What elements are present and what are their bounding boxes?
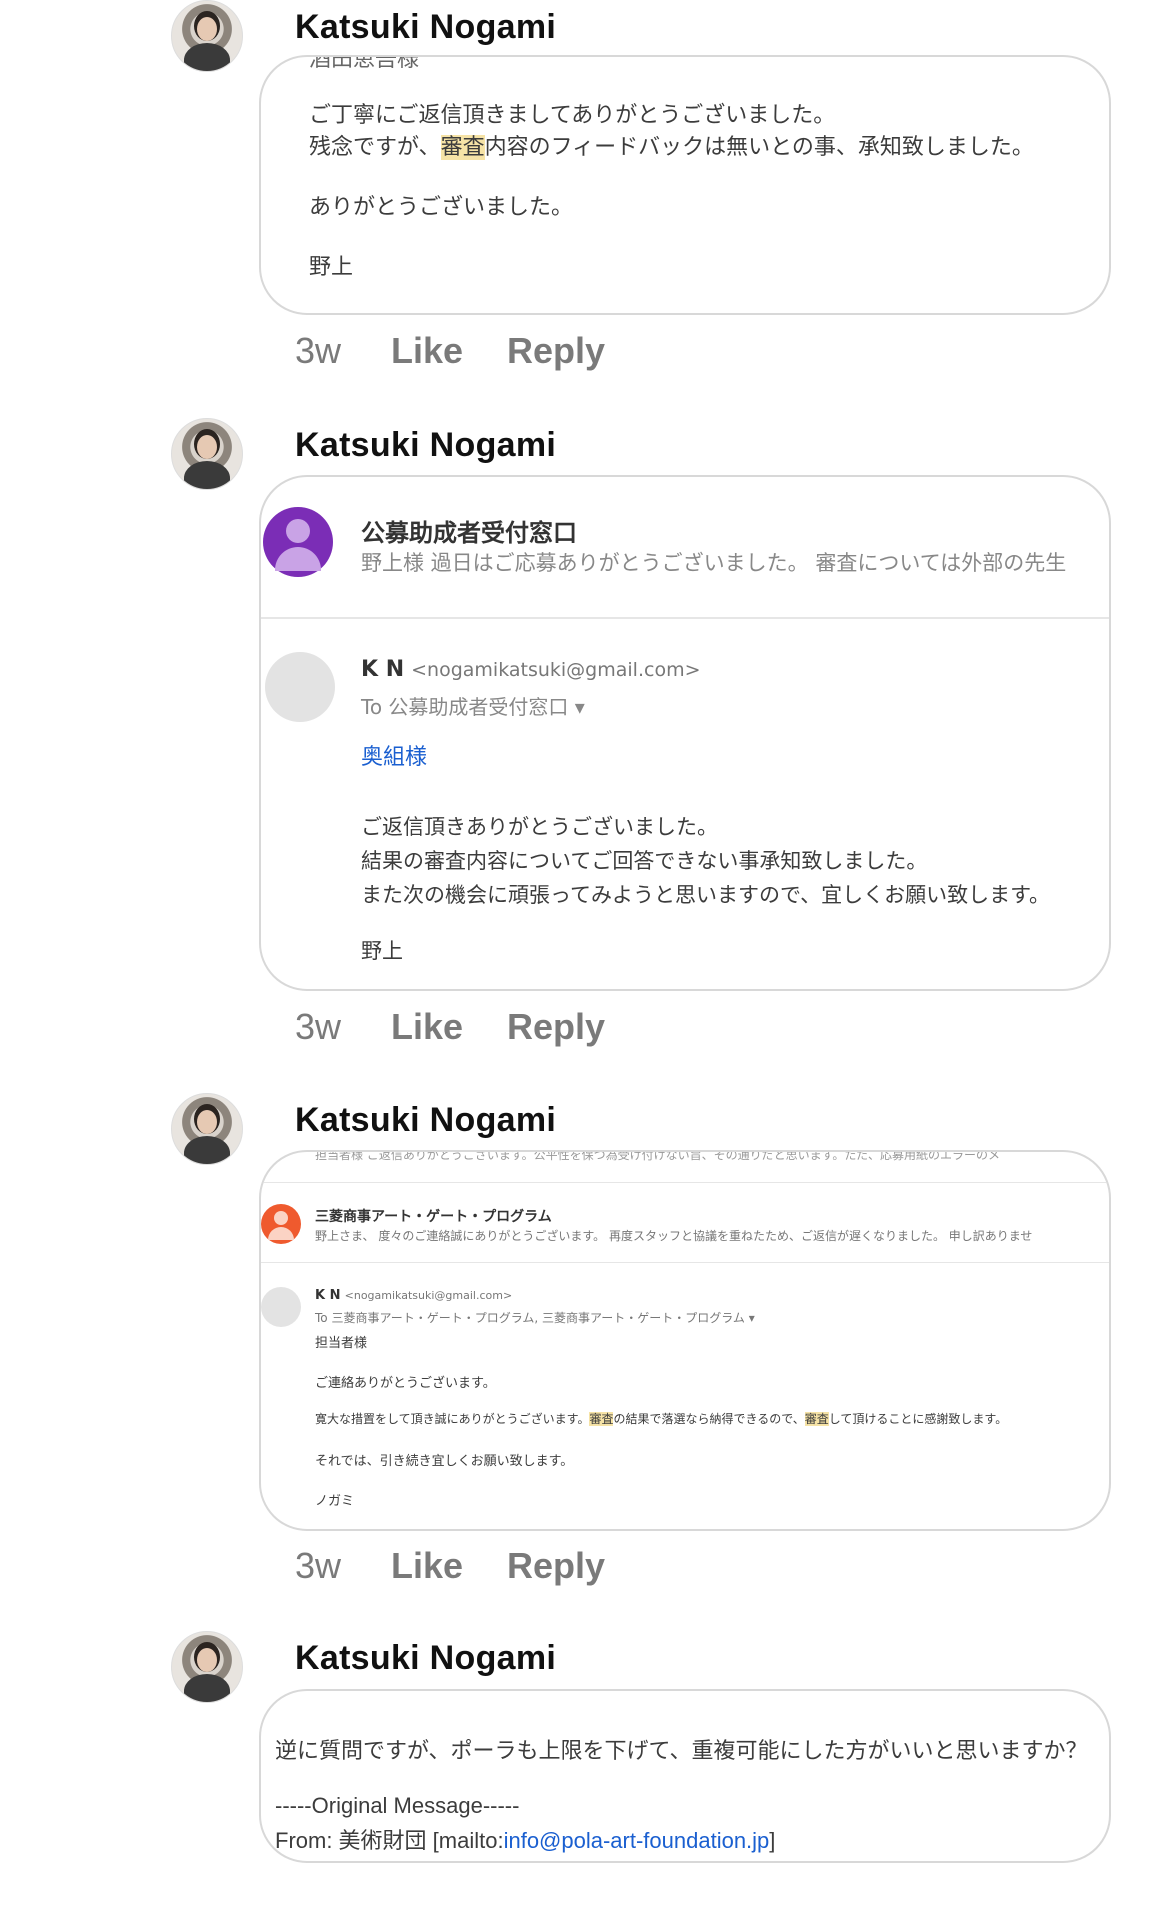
avatar[interactable] <box>171 1631 243 1703</box>
email-text: -----Original Message----- <box>275 1793 520 1818</box>
person-avatar-icon <box>261 1204 301 1244</box>
like-button[interactable]: Like <box>391 330 463 372</box>
like-button[interactable]: Like <box>391 1006 463 1048</box>
sender-name: 三菱商事アート・ゲート・プログラム <box>315 1209 552 1225</box>
comment-author[interactable]: Katsuki Nogami <box>295 1101 556 1140</box>
email-text: また次の機会に頑張ってみようと思いますので、宜しくお願い致します。 <box>361 883 1051 907</box>
email-text: それでは、引き続き宜しくお願い致します。 <box>315 1454 574 1469</box>
sender-line: K N <nogamikatsuki@gmail.com> <box>361 657 701 682</box>
comment-time: 3w <box>295 1545 342 1586</box>
email-screenshot-image[interactable]: 担当者様 ご返信ありがとうございます。公平性を保つ為受け付けない旨、その通りだと… <box>259 1150 1111 1531</box>
email-text: ご丁寧にご返信頂きましてありがとうございました。 <box>309 103 836 128</box>
avatar[interactable] <box>171 418 243 490</box>
comment-author[interactable]: Katsuki Nogami <box>295 8 556 47</box>
like-button[interactable]: Like <box>391 1545 463 1587</box>
person-avatar-icon <box>263 507 333 577</box>
comment-time: 3w <box>295 1006 342 1047</box>
email-text: 結果の審査内容についてご回答できない事承知致しました。 <box>361 849 928 873</box>
recipient-line: To 公募助成者受付窓口 ▾ <box>361 695 585 719</box>
avatar[interactable] <box>171 0 243 72</box>
email-preview: 野上さま、 度々のご連絡誠にありがとうございます。 再度スタッフと協議を重ねたた… <box>315 1229 1033 1243</box>
email-text: 寛大な措置をして頂き誠にありがとうございます。審査の結果で落選なら納得できるので… <box>315 1412 1008 1426</box>
sender-avatar-icon <box>265 652 335 722</box>
email-text: 残念ですが、審査内容のフィードバックは無いとの事、承知致しました。 <box>309 135 1034 160</box>
sender-name: 公募助成者受付窓口 <box>361 519 577 547</box>
email-text: 担当者様 <box>315 1336 368 1351</box>
comment-author[interactable]: Katsuki Nogami <box>295 1639 556 1678</box>
reply-button[interactable]: Reply <box>507 330 605 372</box>
email-text: 担当者様 ご返信ありがとうございます。公平性を保つ為受け付けない旨、その通りだと… <box>315 1150 1001 1162</box>
comment-author[interactable]: Katsuki Nogami <box>295 426 556 465</box>
email-text: ありがとうございました。 <box>309 195 574 220</box>
email-preview: 野上様 過日はご応募ありがとうございました。 審査については外部の先生 <box>361 551 1067 575</box>
email-link[interactable]: info@pola-art-foundation.jp <box>504 1828 770 1853</box>
email-text: ご返信頂きありがとうございました。 <box>361 815 718 839</box>
email-screenshot-image[interactable]: 酒田恵吾様 ご丁寧にご返信頂きましてありがとうございました。 残念ですが、審査内… <box>259 55 1111 315</box>
reply-button[interactable]: Reply <box>507 1006 605 1048</box>
email-from-line: From: 美術財団 [mailto:info@pola-art-foundat… <box>275 1828 776 1853</box>
sender-avatar-icon <box>261 1287 301 1327</box>
email-signature: 野上 <box>309 255 354 280</box>
email-text: 逆に質問ですが、ポーラも上限を下げて、重複可能にした方がいいと思いますか？ <box>275 1739 1088 1764</box>
email-screenshot-image[interactable]: 逆に質問ですが、ポーラも上限を下げて、重複可能にした方がいいと思いますか？ --… <box>259 1689 1111 1863</box>
comment-time: 3w <box>295 330 342 371</box>
reply-button[interactable]: Reply <box>507 1545 605 1587</box>
recipient-line: To 三菱商事アート・ゲート・プログラム, 三菱商事アート・ゲート・プログラム … <box>315 1311 755 1325</box>
email-text: 酒田恵吾様 <box>309 55 420 72</box>
email-greeting: 奥組様 <box>361 745 428 770</box>
avatar[interactable] <box>171 1093 243 1165</box>
email-text: ご連絡ありがとうございます。 <box>315 1376 496 1391</box>
email-screenshot-image[interactable]: 公募助成者受付窓口 野上様 過日はご応募ありがとうございました。 審査については… <box>259 475 1111 991</box>
sender-line: K N <nogamikatsuki@gmail.com> <box>315 1288 513 1303</box>
email-signature: ノガミ <box>315 1494 355 1509</box>
email-signature: 野上 <box>361 939 403 963</box>
